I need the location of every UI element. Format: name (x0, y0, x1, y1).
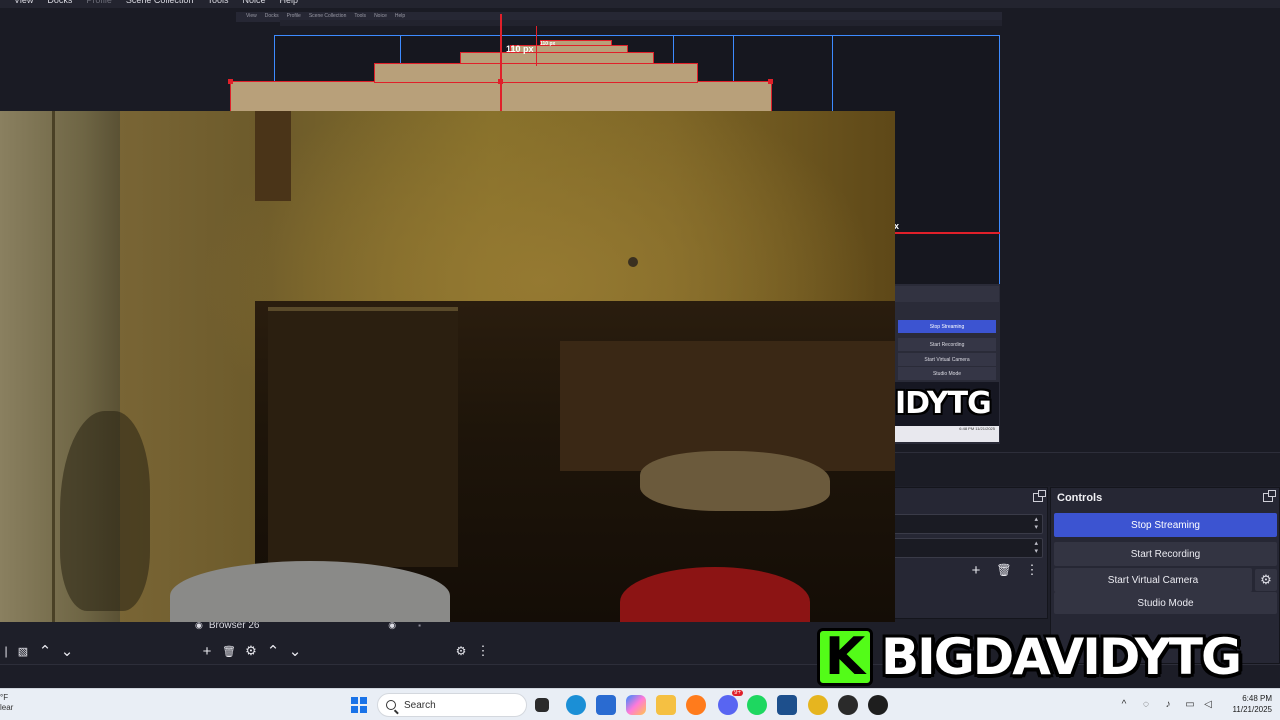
system-clock[interactable]: 6:48 PM 11/21/2025 (1233, 693, 1272, 715)
webcam-feed (0, 111, 895, 622)
trash-icon[interactable]: 🗑 (993, 560, 1015, 580)
distance-label: 110 px (506, 44, 534, 54)
distance-guide-horizontal (894, 232, 1000, 234)
file-explorer-icon[interactable] (656, 695, 676, 715)
undock-icon[interactable] (1263, 490, 1276, 502)
cam-wall-edge (52, 111, 55, 622)
recursive-controls-header (895, 286, 999, 302)
more-menu-icon[interactable]: ⋮ (1021, 560, 1043, 580)
tray-app-icon[interactable]: ◌ (1140, 699, 1152, 711)
undock-icon[interactable] (1033, 490, 1046, 502)
move-down-icon[interactable]: ⌄ (284, 641, 306, 661)
menu-noice[interactable]: Noice (242, 0, 265, 8)
recursive-frame (460, 52, 654, 64)
mini-stop-streaming: Stop Streaming (898, 320, 996, 333)
brand-overlay: K BIGDAVIDYTG (817, 625, 1242, 689)
cam-wall-dot (628, 257, 638, 267)
distance-guide-vertical-small (536, 26, 537, 66)
move-up-icon[interactable]: ⌃ (262, 641, 284, 661)
menu-profile[interactable]: Profile (86, 0, 112, 8)
preview-bottom-strip (895, 452, 1280, 486)
obs-window: View Docks Profile Scene Collection Tool… (0, 0, 1280, 720)
recursive-guide-line (832, 35, 833, 111)
menu-view[interactable]: View (14, 0, 33, 8)
mini-taskbar-clock: 6:48 PM 11/21/2025 (895, 426, 999, 442)
volume-icon[interactable]: ◁ (1202, 699, 1214, 711)
menu-help[interactable]: Help (279, 0, 298, 8)
recursive-toolbar (280, 20, 1002, 26)
mini-menu-docks: Docks (264, 13, 279, 19)
chrome-icon[interactable] (808, 695, 828, 715)
clock-time: 6:48 PM (1242, 694, 1272, 703)
spotify-icon[interactable] (747, 695, 767, 715)
network-icon[interactable]: ▭ (1184, 699, 1196, 711)
recursive-frame (374, 63, 698, 83)
stop-streaming-button[interactable]: Stop Streaming (1054, 513, 1277, 537)
audio-mixer-toolbar: ⚙ ⋮ (450, 638, 510, 664)
start-virtual-camera-button[interactable]: Start Virtual Camera (1054, 568, 1252, 592)
menu-tools[interactable]: Tools (207, 0, 228, 8)
more-menu-icon[interactable]: ⋮ (472, 641, 494, 661)
task-view-icon[interactable] (535, 698, 549, 712)
distance-label-small: 110 px (540, 41, 556, 47)
copilot-icon[interactable] (626, 695, 646, 715)
resize-handle[interactable] (768, 79, 773, 84)
microphone-icon[interactable]: ♪ (1162, 699, 1174, 711)
kick-logo: K (817, 628, 873, 686)
app-icon[interactable] (777, 695, 797, 715)
cam-blanket (640, 451, 830, 511)
mini-studio-mode: Studio Mode (898, 367, 996, 380)
move-up-icon[interactable]: ⌃ (34, 641, 56, 661)
mini-start-virtual-camera: Start Virtual Camera (898, 353, 996, 366)
clock-date: 11/21/2025 (1232, 705, 1272, 714)
studio-mode-button[interactable]: Studio Mode (1054, 592, 1277, 614)
menu-bar: View Docks Profile Scene Collection Tool… (0, 0, 1280, 8)
scene-filter-icon[interactable]: ▧ (12, 641, 34, 661)
firefox-icon[interactable] (686, 695, 706, 715)
controls-title: Controls (1051, 488, 1279, 508)
cam-cloth (170, 561, 450, 622)
gear-icon[interactable]: ⚙ (1255, 569, 1277, 591)
mini-menu-view: View (246, 13, 257, 19)
resize-handle[interactable] (228, 79, 233, 84)
weather-temp: °F (0, 693, 9, 702)
mini-brand-text: IDYTG (895, 382, 999, 426)
windows-taskbar: °F lear Search 9+ ^ ◌ ♪ ▭ ◁ 6:48 PM 11/2… (0, 688, 1280, 720)
mini-start-recording: Start Recording (898, 338, 996, 351)
store-icon[interactable] (596, 695, 616, 715)
menu-docks[interactable]: Docks (47, 0, 72, 8)
add-transition-icon[interactable]: + (965, 560, 987, 580)
obs-icon[interactable] (868, 695, 888, 715)
windows-start-icon[interactable] (351, 697, 367, 713)
filter-icon[interactable]: | (0, 641, 12, 661)
weather-widget[interactable]: °F lear (0, 693, 13, 713)
chevron-updown-icon: ▴ ▾ (1034, 516, 1038, 531)
search-icon (386, 700, 396, 710)
move-down-icon[interactable]: ⌄ (56, 641, 78, 661)
menu-scene-collection[interactable]: Scene Collection (126, 0, 194, 8)
media-player-icon[interactable] (838, 695, 858, 715)
advanced-audio-icon[interactable]: ⚙ (450, 641, 472, 661)
add-source-icon[interactable]: + (196, 641, 218, 661)
taskbar-search[interactable]: Search (377, 693, 527, 717)
discord-badge: 9+ (732, 690, 743, 696)
gear-icon[interactable]: ⚙ (240, 641, 262, 661)
weather-desc: lear (0, 703, 14, 712)
spin-arrows-icon: ▴ ▾ (1034, 540, 1038, 555)
sources-toolbar: + 🗑 ⚙ ⌃ ⌄ (196, 638, 446, 664)
discord-icon[interactable]: 9+ (718, 690, 743, 715)
scenes-toolbar: | ▧ ⌃ ⌄ (0, 638, 190, 664)
edge-icon[interactable] (566, 695, 586, 715)
trash-icon[interactable]: 🗑 (218, 641, 240, 661)
cam-cabinet (268, 307, 458, 567)
tray-chevron-icon[interactable]: ^ (1118, 699, 1130, 711)
cam-wall-banner (255, 111, 291, 201)
search-placeholder: Search (404, 699, 436, 711)
cam-shadow (60, 411, 150, 611)
brand-name: BIGDAVIDYTG (881, 628, 1242, 686)
distance-guide-vertical (500, 14, 502, 114)
start-recording-button[interactable]: Start Recording (1054, 542, 1277, 566)
